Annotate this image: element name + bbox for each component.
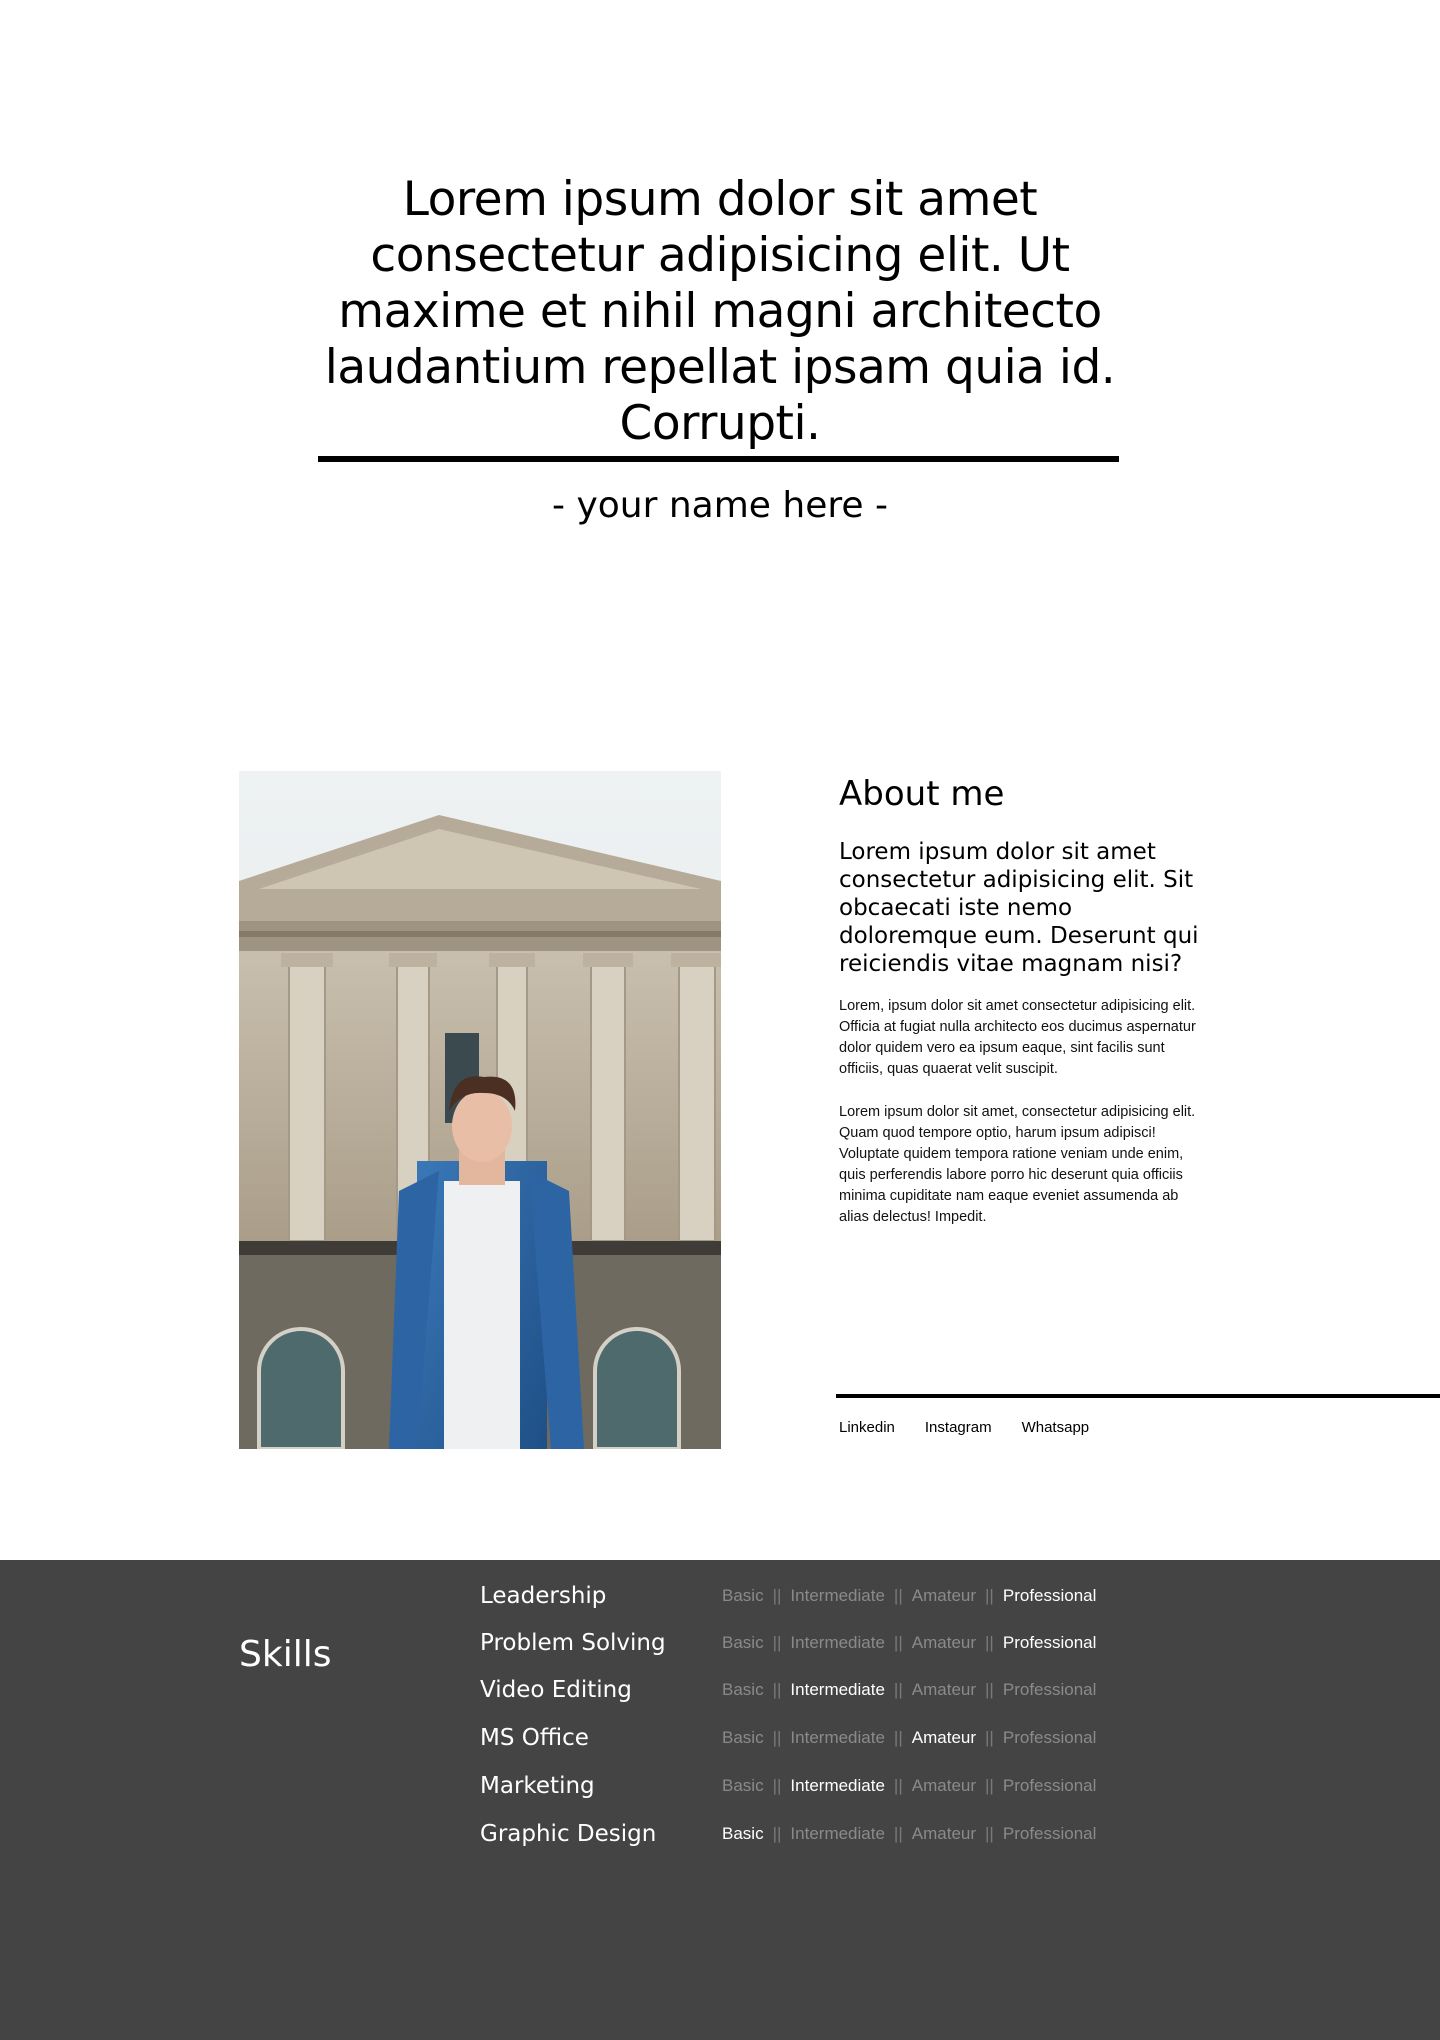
- level-separator: ||: [893, 1680, 903, 1699]
- skill-name: Graphic Design: [480, 1821, 657, 1847]
- skill-levels: Basic || Intermediate || Amateur || Profession…: [722, 1586, 1096, 1606]
- skill-level-amateur: Amateur: [911, 1680, 977, 1699]
- skill-level-professional: Professional: [1002, 1776, 1097, 1795]
- skill-levels: Basic || Intermediate || Amateur || Profession…: [722, 1728, 1096, 1748]
- skills-section: Skills Leadership Basic || Intermediate || Am…: [0, 1560, 1440, 2040]
- skill-level-intermediate: Intermediate: [790, 1586, 885, 1605]
- hero-quote: Lorem ipsum dolor sit amet consectetur a…: [324, 172, 1116, 451]
- skill-row: Marketing Basic || Intermediate || Amateur || P…: [480, 1766, 1096, 1806]
- level-separator: ||: [893, 1776, 903, 1795]
- skill-level-amateur: Amateur: [911, 1776, 977, 1795]
- skill-row: Video Editing Basic || Intermediate || Amateu…: [480, 1670, 1096, 1710]
- whatsapp-link[interactable]: Whatsapp: [1022, 1418, 1090, 1438]
- skill-level-basic: Basic: [722, 1586, 764, 1605]
- skill-level-intermediate: Intermediate: [790, 1680, 885, 1699]
- skill-levels: Basic || Intermediate || Amateur || Profession…: [722, 1824, 1096, 1844]
- skill-levels: Basic || Intermediate || Amateur || Profession…: [722, 1680, 1096, 1700]
- level-separator: ||: [893, 1633, 903, 1652]
- level-separator: ||: [893, 1586, 903, 1605]
- skill-name: Marketing: [480, 1773, 595, 1799]
- level-separator: ||: [985, 1680, 994, 1699]
- about-section: About me Lorem ipsum dolor sit amet cons…: [0, 770, 1440, 1560]
- skill-level-amateur: Amateur: [911, 1728, 977, 1747]
- skill-row: Leadership Basic || Intermediate || Amateur ||…: [480, 1576, 1096, 1616]
- skill-level-intermediate: Intermediate: [790, 1633, 885, 1652]
- skill-level-intermediate: Intermediate: [790, 1776, 885, 1795]
- skill-level-basic: Basic: [722, 1728, 764, 1747]
- skill-row: Graphic Design Basic || Intermediate || Amate…: [480, 1814, 1096, 1854]
- skill-level-intermediate: Intermediate: [790, 1728, 885, 1747]
- social-divider: [836, 1394, 1440, 1398]
- skill-levels: Basic || Intermediate || Amateur || Profession…: [722, 1633, 1096, 1653]
- level-separator: ||: [985, 1728, 994, 1747]
- linkedin-link[interactable]: Linkedin: [839, 1418, 895, 1438]
- skill-name: MS Office: [480, 1725, 589, 1751]
- skill-level-professional: Professional: [1002, 1680, 1097, 1699]
- skill-level-professional: Professional: [1002, 1824, 1097, 1843]
- level-separator: ||: [772, 1824, 782, 1843]
- skill-level-basic: Basic: [722, 1824, 764, 1843]
- about-paragraph-1: Lorem, ipsum dolor sit amet consectetur …: [839, 998, 1196, 1077]
- skill-level-professional: Professional: [1002, 1728, 1097, 1747]
- level-separator: ||: [772, 1776, 782, 1795]
- skill-level-basic: Basic: [722, 1680, 764, 1699]
- skill-name: Problem Solving: [480, 1630, 666, 1656]
- skill-level-intermediate: Intermediate: [790, 1824, 885, 1843]
- social-links: Linkedin Instagram Whatsapp: [839, 1418, 1089, 1438]
- skill-level-amateur: Amateur: [911, 1633, 977, 1652]
- quote-author: - your name here -: [552, 485, 888, 526]
- level-separator: ||: [772, 1728, 782, 1747]
- quote-divider: [318, 456, 1119, 462]
- level-separator: ||: [985, 1776, 994, 1795]
- level-separator: ||: [985, 1586, 994, 1605]
- profile-photo-illustration: [239, 771, 721, 1449]
- skill-level-basic: Basic: [722, 1776, 764, 1795]
- level-separator: ||: [893, 1728, 903, 1747]
- skill-levels: Basic || Intermediate || Amateur || Profession…: [722, 1776, 1096, 1796]
- level-separator: ||: [985, 1633, 994, 1652]
- skill-level-basic: Basic: [722, 1633, 764, 1652]
- level-separator: ||: [772, 1633, 782, 1652]
- skill-name: Video Editing: [480, 1677, 632, 1703]
- instagram-link[interactable]: Instagram: [925, 1418, 992, 1438]
- skill-row: Problem Solving Basic || Intermediate || Amat…: [480, 1623, 1096, 1663]
- profile-photo: [239, 771, 721, 1449]
- level-separator: ||: [985, 1824, 994, 1843]
- skills-title: Skills: [239, 1634, 332, 1675]
- skill-name: Leadership: [480, 1583, 607, 1609]
- skill-level-amateur: Amateur: [911, 1586, 977, 1605]
- about-paragraph-2: Lorem ipsum dolor sit amet, consectetur …: [839, 1104, 1196, 1225]
- quote-section: Lorem ipsum dolor sit amet consectetur a…: [0, 0, 1440, 770]
- skill-level-professional: Professional: [1002, 1633, 1097, 1652]
- skill-level-amateur: Amateur: [911, 1824, 977, 1843]
- level-separator: ||: [772, 1680, 782, 1699]
- skill-row: MS Office Basic || Intermediate || Amateur || P…: [480, 1718, 1096, 1758]
- level-separator: ||: [772, 1586, 782, 1605]
- level-separator: ||: [893, 1824, 903, 1843]
- about-title: About me: [839, 774, 1005, 814]
- about-lead: Lorem ipsum dolor sit amet consectetur a…: [839, 839, 1199, 977]
- skill-level-professional: Professional: [1002, 1586, 1097, 1605]
